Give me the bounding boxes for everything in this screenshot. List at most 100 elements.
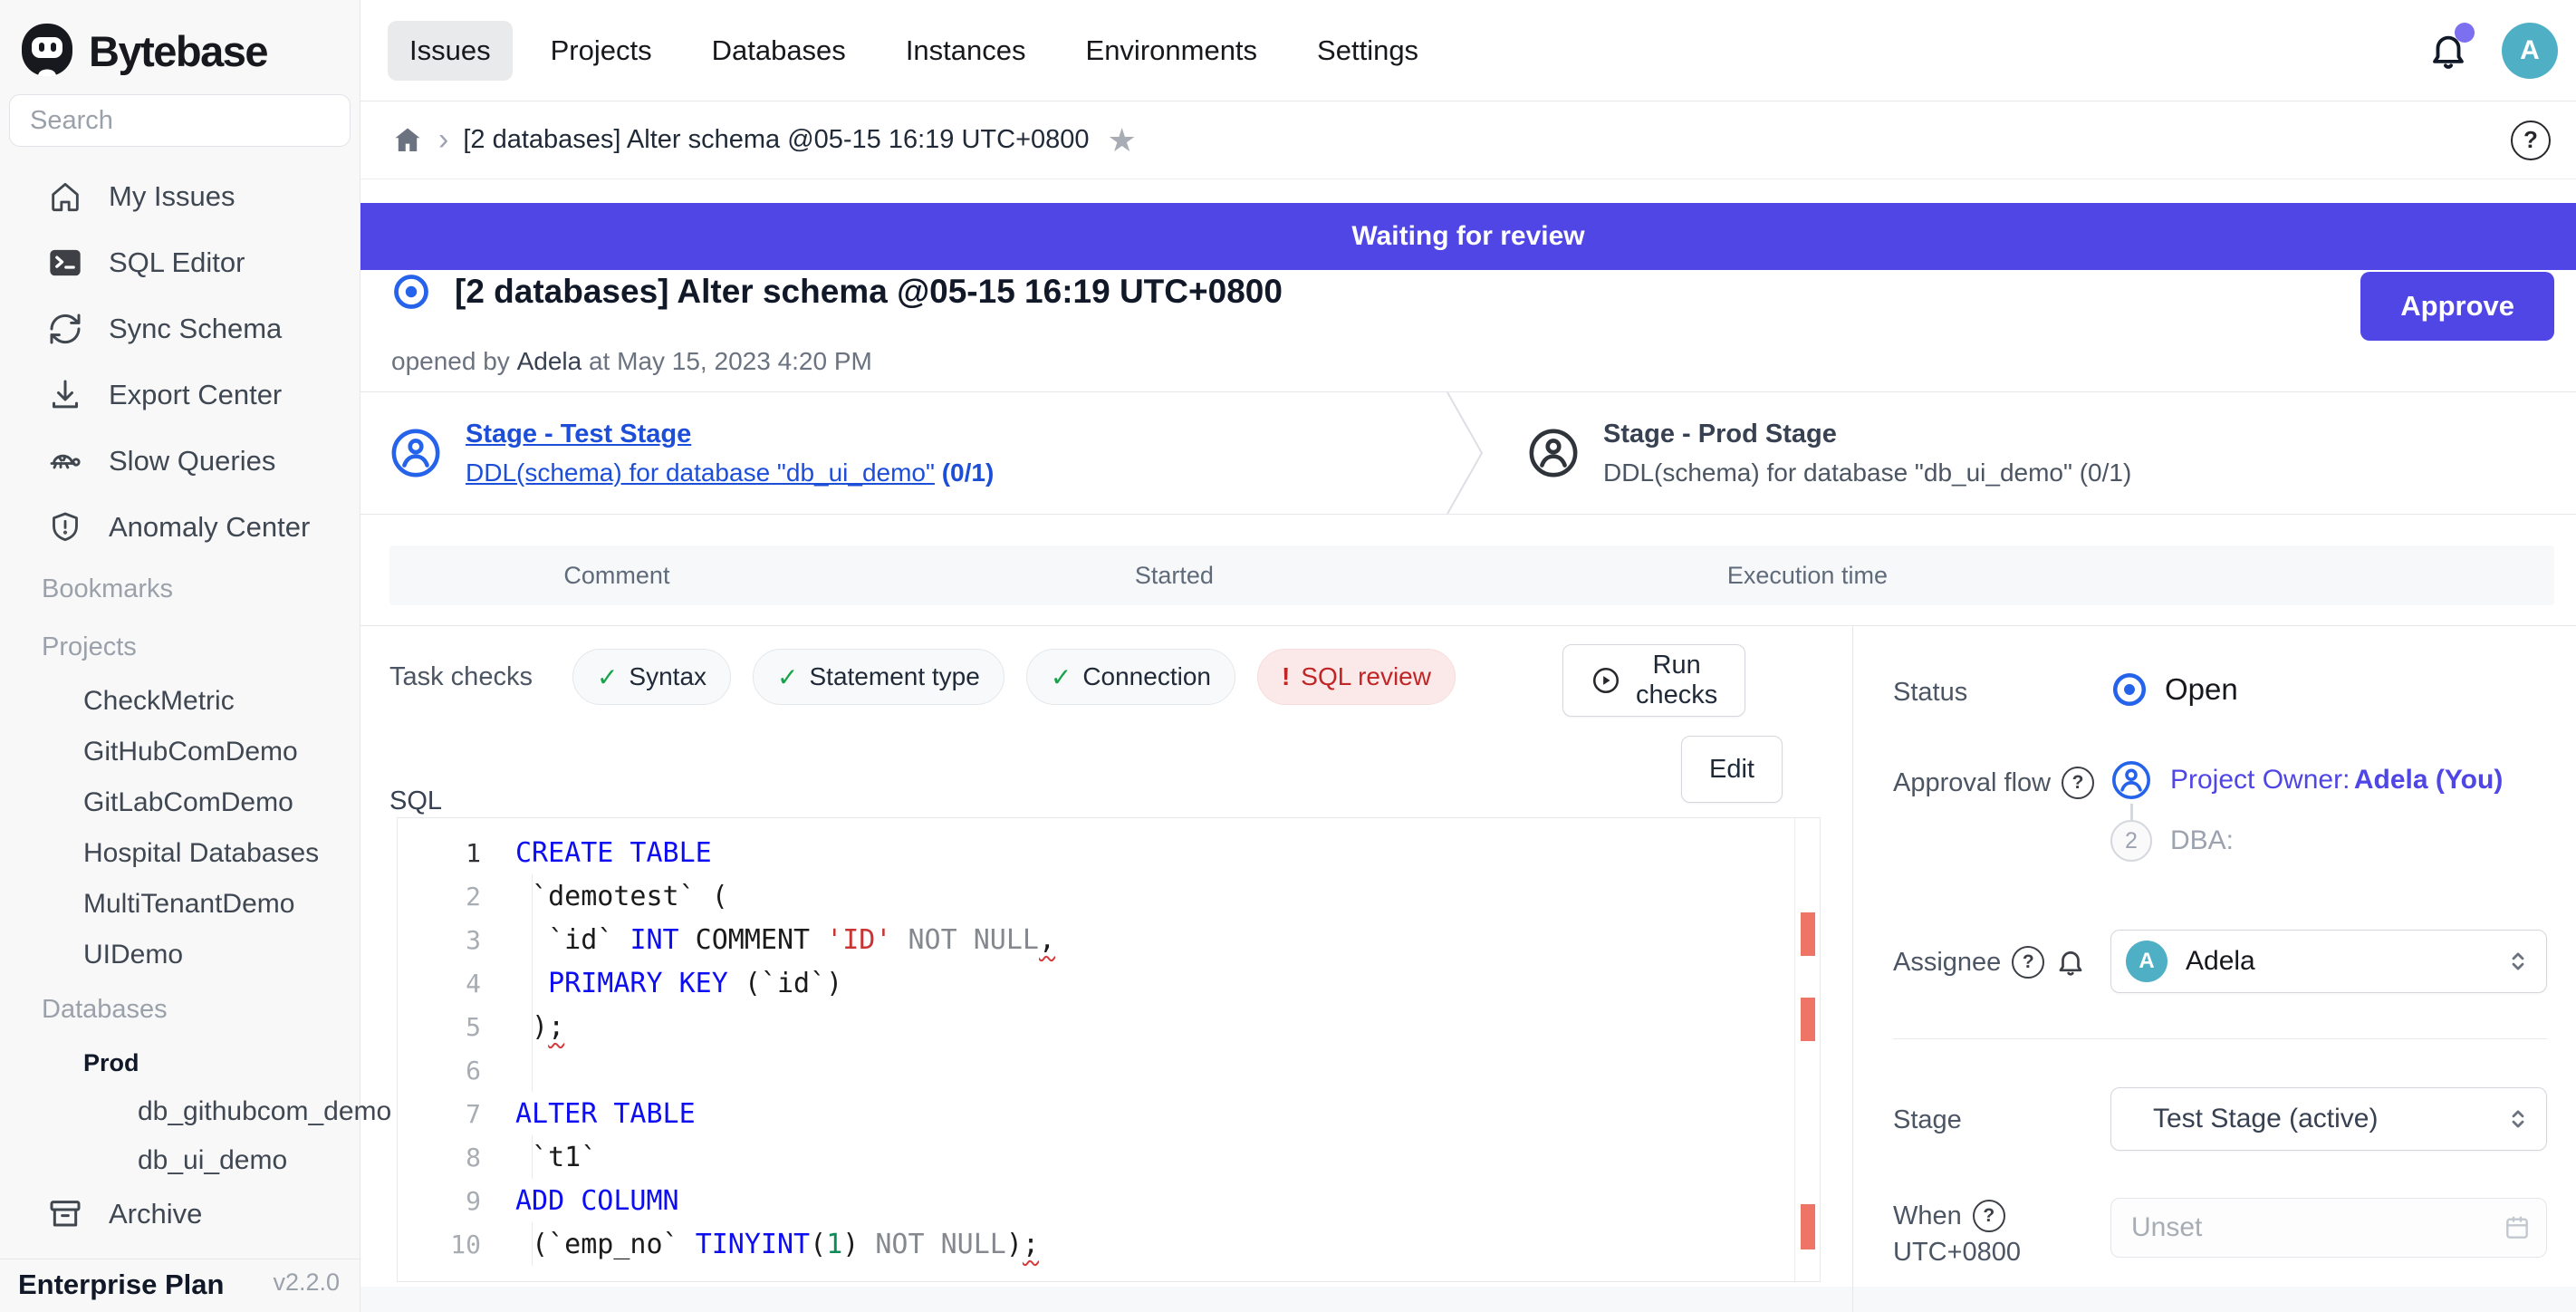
stage-task-link[interactable]: DDL(schema) for database "db_ui_demo" (0… <box>466 458 994 487</box>
archive-icon <box>47 1196 83 1232</box>
sidebar-item-export-center[interactable]: Export Center <box>0 362 360 428</box>
line-number: 5 <box>398 1012 515 1042</box>
user-avatar[interactable]: A <box>2502 23 2558 79</box>
sql-token: PRIMARY KEY <box>548 968 728 999</box>
notification-bell-icon[interactable] <box>2427 30 2469 72</box>
edit-sql-button[interactable]: Edit <box>1681 736 1783 803</box>
run-checks-label: Run checks <box>1636 651 1717 710</box>
code-line: 4 PRIMARY KEY (`id`) <box>398 961 1820 1005</box>
bottom-scroll-strip <box>360 1287 2576 1312</box>
editor-overview-ruler[interactable] <box>1794 818 1820 1281</box>
sidebar-item-label: SQL Editor <box>109 246 245 279</box>
help-icon[interactable]: ? <box>2062 767 2094 799</box>
sidebar-item-slow-queries[interactable]: Slow Queries <box>0 428 360 494</box>
sql-token: `demotest` ( <box>515 881 728 912</box>
shield-alert-icon <box>47 509 83 545</box>
sidebar-item-sync-schema[interactable]: Sync Schema <box>0 295 360 362</box>
stage-title-link[interactable]: Stage - Test Stage <box>466 420 994 449</box>
sidebar-project-item[interactable]: MultiTenantDemo <box>0 879 360 930</box>
turtle-icon <box>47 443 83 479</box>
check-pill-connection[interactable]: ✓ Connection <box>1026 649 1235 705</box>
tab-environments[interactable]: Environments <box>1064 21 1280 81</box>
sidebar-search[interactable]: ⌘ K <box>9 94 351 147</box>
line-number: 10 <box>398 1230 515 1259</box>
chevron-up-down-icon <box>2504 1105 2532 1133</box>
assignee-avatar: A <box>2126 941 2167 982</box>
run-checks-button[interactable]: Run checks <box>1562 644 1745 717</box>
tab-instances[interactable]: Instances <box>884 21 1048 81</box>
sql-token: ALTER TABLE <box>515 1098 696 1130</box>
sql-token <box>891 924 908 956</box>
assignee-select[interactable]: A Adela <box>2110 930 2547 993</box>
home-breadcrumb-icon[interactable] <box>391 124 424 157</box>
sidebar-database-item[interactable]: db_githubcom_demo <box>0 1087 360 1136</box>
tab-issues[interactable]: Issues <box>388 21 513 81</box>
review-status-banner: Waiting for review <box>360 203 2576 270</box>
sidebar-project-item[interactable]: CheckMetric <box>0 676 360 727</box>
chevron-up-down-icon <box>2504 948 2532 975</box>
check-pill-syntax[interactable]: ✓ Syntax <box>572 649 731 705</box>
approval-flow-label-text: Approval flow <box>1893 768 2051 798</box>
sidebar-project-item[interactable]: UIDemo <box>0 930 360 980</box>
sidebar-item-my-issues[interactable]: My Issues <box>0 163 360 229</box>
stage-task-count: (0/1) <box>2080 458 2132 487</box>
approver-role: Project Owner: <box>2170 765 2350 795</box>
stage-card-test[interactable]: Stage - Test Stage DDL(schema) for datab… <box>389 392 994 514</box>
sidebar-item-archive[interactable]: Archive <box>0 1185 360 1243</box>
subscribe-bell-icon[interactable] <box>2055 947 2086 978</box>
tab-databases[interactable]: Databases <box>690 21 868 81</box>
brand-logo[interactable]: Bytebase <box>0 0 360 82</box>
error-mark <box>1801 912 1815 956</box>
sidebar-project-item[interactable]: Hospital Databases <box>0 828 360 879</box>
opened-prefix: opened by <box>391 347 510 375</box>
approve-button[interactable]: Approve <box>2360 272 2554 341</box>
version-label: v2.2.0 <box>273 1269 340 1297</box>
help-icon[interactable]: ? <box>2511 121 2551 160</box>
sidebar-database-item[interactable]: db_ui_demo <box>0 1136 360 1185</box>
sidebar-project-item[interactable]: GitHubComDemo <box>0 727 360 777</box>
stage-select[interactable]: Test Stage (active) <box>2110 1087 2547 1151</box>
check-label: Statement type <box>810 662 980 691</box>
sql-editor[interactable]: 1 CREATE TABLE 2 `demotest` ( 3 `id` INT… <box>397 817 1821 1282</box>
sidebar-project-list: CheckMetric GitHubComDemo GitLabComDemo … <box>0 676 360 980</box>
approver-name[interactable]: Adela (You) <box>2354 765 2503 795</box>
sql-token: CREATE TABLE <box>515 837 712 869</box>
assignee-person-icon <box>389 427 442 479</box>
check-pill-sql-review[interactable]: ! SQL review <box>1257 649 1456 705</box>
brand-name: Bytebase <box>89 26 267 76</box>
task-checks-row: Task checks ✓ Syntax ✓ Statement type ✓ … <box>389 649 1456 705</box>
search-input[interactable] <box>10 106 371 136</box>
tab-projects[interactable]: Projects <box>529 21 674 81</box>
check-pill-statement-type[interactable]: ✓ Statement type <box>753 649 1004 705</box>
code-line: 10 (`emp_no` TINYINT(1) NOT NULL); <box>398 1222 1820 1266</box>
when-datetime-input[interactable]: Unset <box>2110 1198 2547 1258</box>
sql-token: (`emp_no` <box>515 1229 696 1260</box>
check-fail-icon: ! <box>1282 662 1290 691</box>
sidebar-item-sql-editor[interactable]: SQL Editor <box>0 229 360 295</box>
plan-label[interactable]: Enterprise Plan <box>18 1269 224 1301</box>
task-checks-label: Task checks <box>389 662 533 692</box>
stage-separator-chevron <box>1446 392 1487 514</box>
sidebar-item-anomaly-center[interactable]: Anomaly Center <box>0 494 360 560</box>
stage-card-prod[interactable]: Stage - Prod Stage DDL(schema) for datab… <box>1527 392 2131 514</box>
sync-icon <box>47 311 83 347</box>
sidebar-section-projects: Projects <box>0 618 360 676</box>
help-glyph: ? <box>2023 951 2034 973</box>
tab-settings[interactable]: Settings <box>1295 21 1440 81</box>
breadcrumb-current[interactable]: [2 databases] Alter schema @05-15 16:19 … <box>463 125 1089 155</box>
help-glyph: ? <box>2072 772 2084 794</box>
approval-step-2: 2 DBA: <box>2110 820 2234 862</box>
help-icon[interactable]: ? <box>1973 1200 2005 1232</box>
sidebar-item-label: Anomaly Center <box>109 511 310 544</box>
bookmark-star-icon[interactable]: ★ <box>1108 121 1137 159</box>
task-table-header: Comment Started Execution time <box>389 545 2554 605</box>
top-navbar: Issues Projects Databases Instances Envi… <box>360 0 2576 101</box>
help-icon[interactable]: ? <box>2012 946 2044 979</box>
code-line: 1 CREATE TABLE <box>398 831 1820 874</box>
issue-author[interactable]: Adela <box>517 347 582 375</box>
sidebar-project-item[interactable]: GitLabComDemo <box>0 777 360 828</box>
sql-token: 'ID' <box>826 924 891 956</box>
help-glyph: ? <box>2523 126 2538 154</box>
line-number: 8 <box>398 1143 515 1172</box>
sql-token: ( <box>810 1229 826 1260</box>
